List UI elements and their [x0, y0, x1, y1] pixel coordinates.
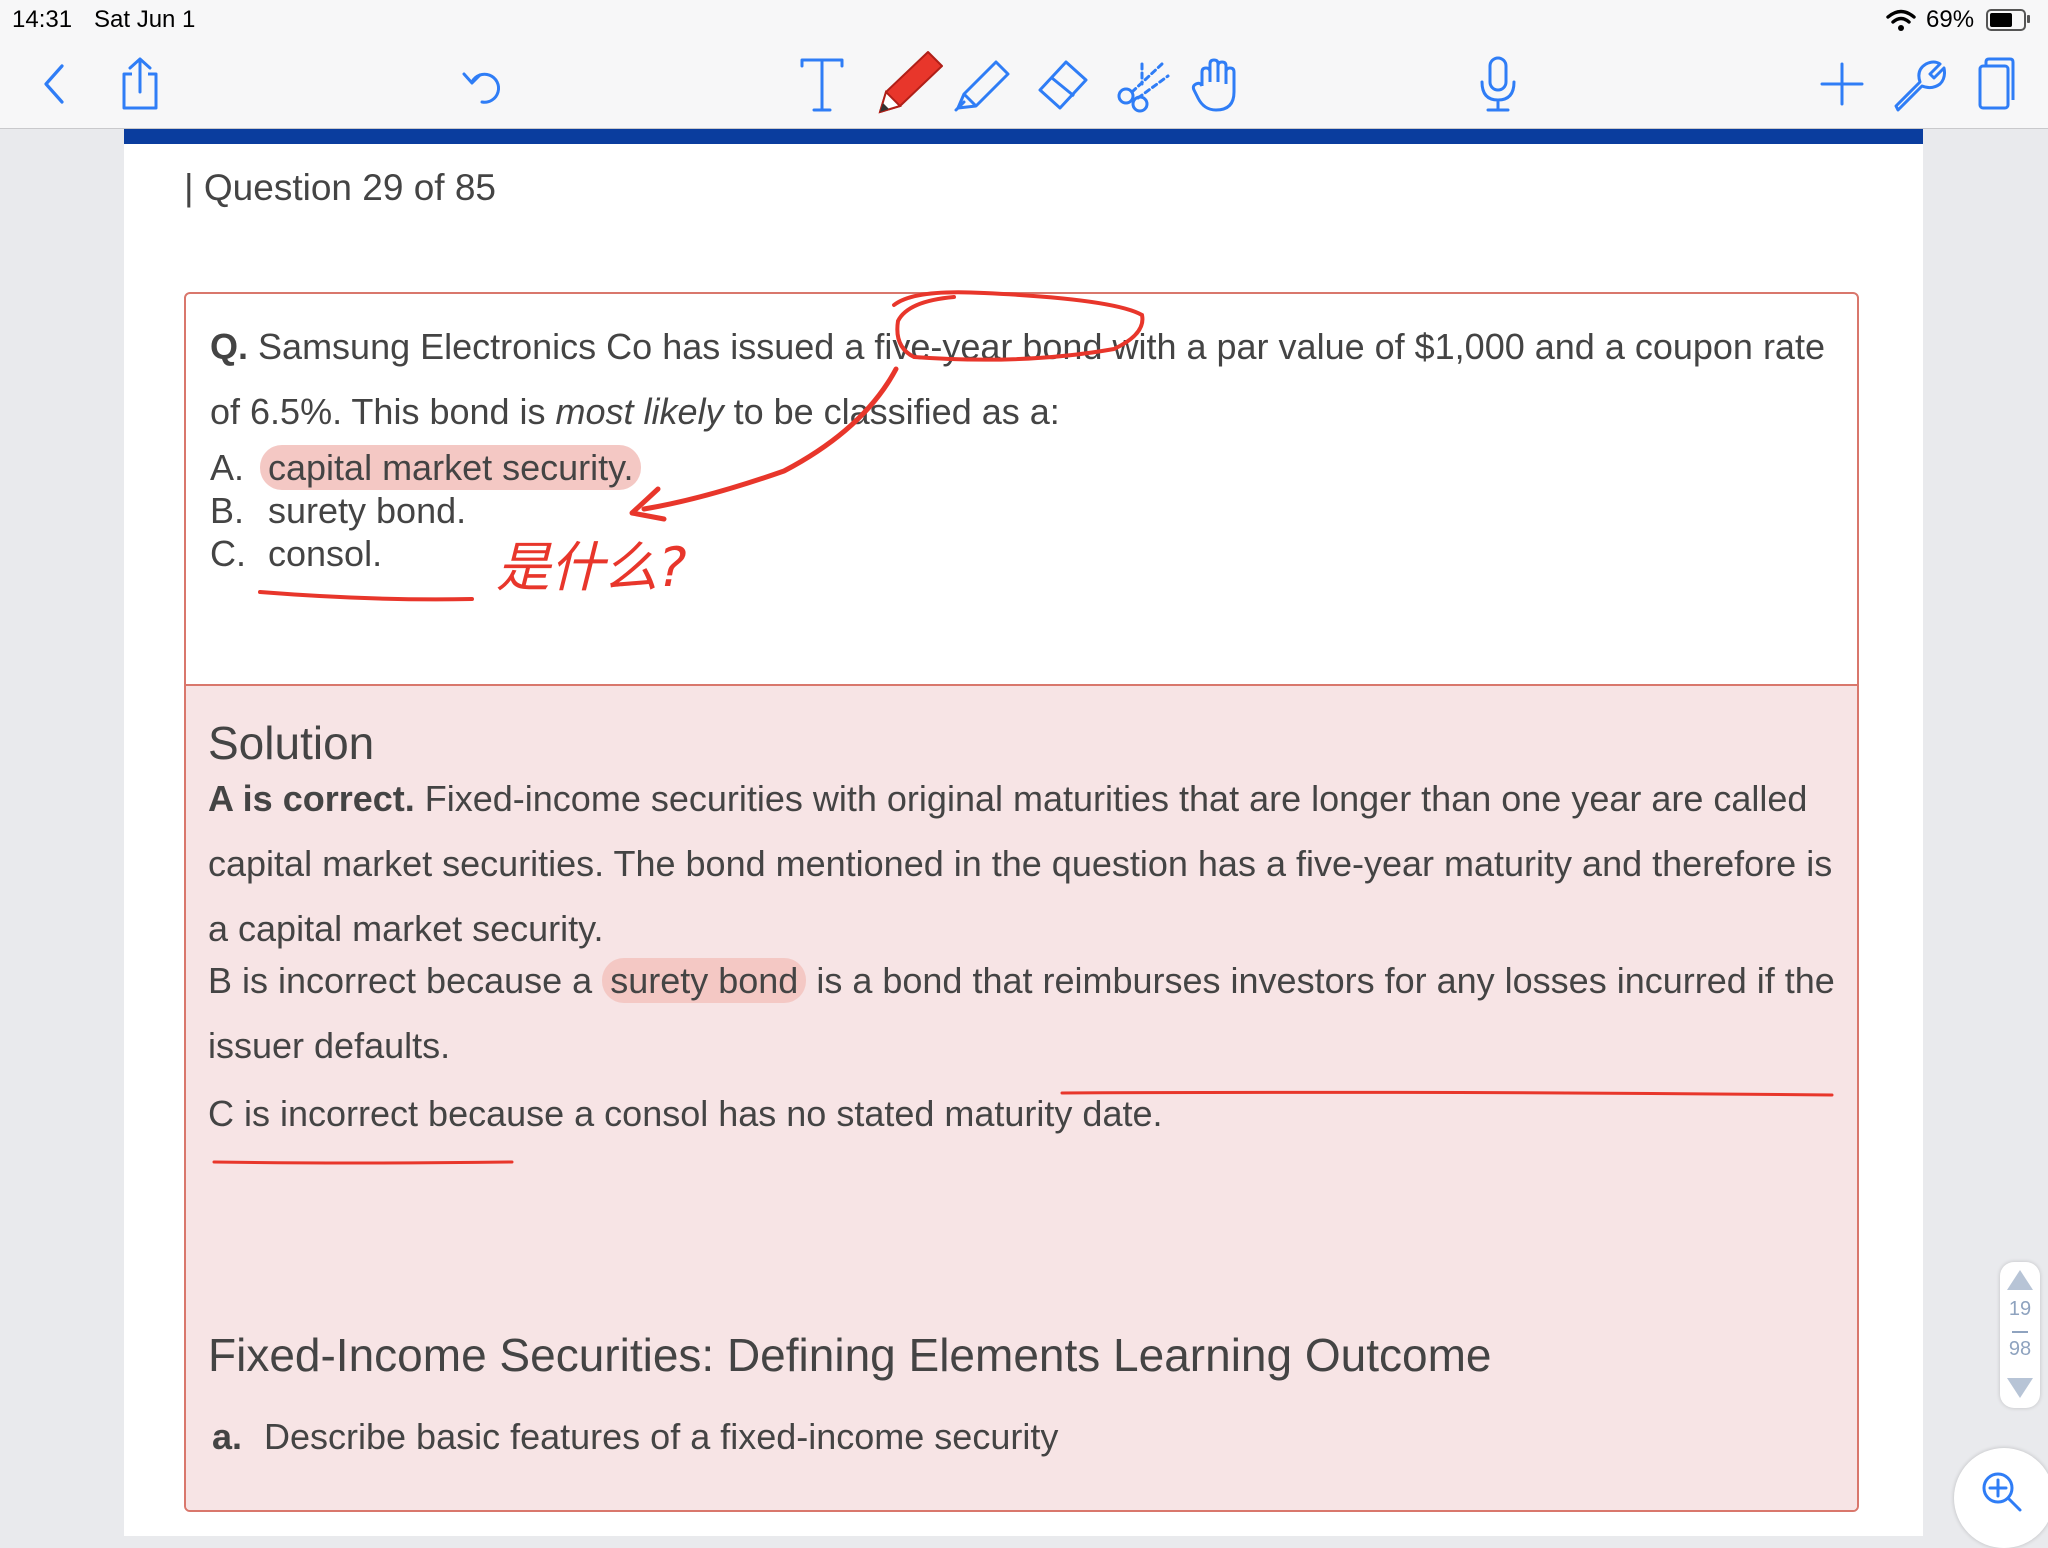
learning-outcome-title: Fixed-Income Securities: Defining Elemen… [208, 1329, 1492, 1381]
choice-letter: C. [210, 533, 246, 574]
pager-separator [2012, 1331, 2028, 1333]
question-prefix: Q. [210, 326, 249, 367]
solution-c-incorrect: C is incorrect because a consol has no s… [208, 1093, 1163, 1134]
document-viewport[interactable]: | Question 29 of 85 Q. Samsung Electroni… [0, 129, 2048, 1536]
choice-a[interactable]: A. capital market security. [210, 444, 642, 492]
solution-title: Solution [208, 717, 375, 769]
share-icon[interactable] [108, 52, 172, 116]
page-header-bar [124, 129, 1923, 144]
scissors-icon[interactable] [1110, 52, 1174, 116]
choice-text: surety bond. [268, 490, 467, 531]
text-tool-icon[interactable] [790, 52, 854, 116]
solution-correct: A is correct. Fixed-income securities wi… [208, 766, 1848, 961]
add-icon[interactable] [1810, 52, 1874, 116]
annotation-toolbar [0, 40, 2048, 129]
learning-outcome-letter: a. [212, 1416, 243, 1457]
solution-b-incorrect: B is incorrect because a surety bond is … [208, 948, 1848, 1078]
wifi-icon [1886, 9, 1916, 36]
pen-icon[interactable] [868, 44, 948, 124]
current-page: 19 [2008, 1298, 2032, 1320]
page-up-icon[interactable] [2007, 1270, 2033, 1290]
page-scroller[interactable]: 19 98 [2000, 1262, 2040, 1408]
choice-text: consol. [268, 533, 383, 574]
zoom-button[interactable] [1954, 1448, 2048, 1548]
question-emphasis: most likely [555, 391, 724, 432]
eraser-icon[interactable] [1030, 52, 1094, 116]
status-date: Sat Jun 1 [94, 6, 196, 33]
solution-panel: Solution A is correct. Fixed-income secu… [186, 684, 1857, 1510]
solution-correct-text: Fixed-income securities with original ma… [208, 778, 1833, 949]
choice-c[interactable]: C. consol. [210, 530, 382, 578]
document-page: | Question 29 of 85 Q. Samsung Electroni… [124, 129, 1923, 1536]
choice-letter: B. [210, 490, 245, 531]
wrench-icon[interactable] [1886, 52, 1950, 116]
battery-percent: 69% [1926, 6, 1975, 33]
solution-b-text1: B is incorrect because a [208, 960, 603, 1001]
highlighter-icon[interactable] [950, 52, 1014, 116]
battery-level [1990, 13, 2013, 27]
status-time: 14:31 [12, 6, 73, 33]
hand-icon[interactable] [1186, 52, 1250, 116]
page-down-icon[interactable] [2007, 1378, 2033, 1398]
solution-correct-prefix: A is correct. [208, 778, 415, 819]
total-pages: 98 [2008, 1338, 2032, 1360]
battery-icon [1986, 9, 2026, 31]
learning-outcome-item: a. Describe basic features of a fixed-inc… [212, 1416, 1058, 1458]
question-counter: | Question 29 of 85 [184, 167, 496, 208]
choice-text: capital market security. [260, 445, 642, 490]
page-icon[interactable] [1962, 52, 2026, 116]
learning-outcome-text: Describe basic features of a fixed-incom… [264, 1416, 1059, 1457]
question-text-part2: to be classified as a: [723, 391, 1060, 432]
zoom-in-icon [1982, 1472, 2022, 1512]
microphone-icon[interactable] [1466, 52, 1530, 116]
battery-tip [2027, 15, 2030, 23]
back-icon[interactable] [22, 52, 86, 116]
question-text: Q. Samsung Electronics Co has issued a f… [210, 314, 1840, 444]
question-box: Q. Samsung Electronics Co has issued a f… [184, 292, 1859, 1512]
choice-b[interactable]: B. surety bond. [210, 487, 466, 535]
undo-icon[interactable] [450, 52, 514, 116]
status-bar: 14:31 Sat Jun 1 69% [0, 0, 2048, 40]
solution-b-highlight: surety bond [602, 958, 807, 1003]
